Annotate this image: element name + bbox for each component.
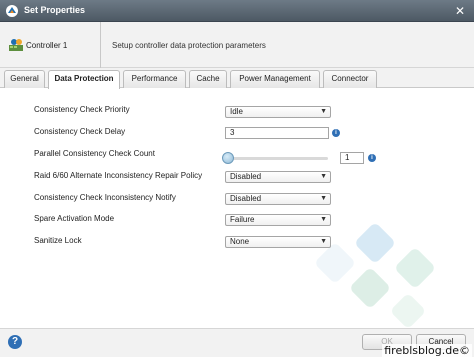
background-decoration-graphic [316, 224, 434, 327]
consistency-check-priority-select[interactable]: Idle ▼ [225, 106, 331, 118]
raid-alt-repair-policy-select[interactable]: Disabled ▼ [225, 171, 331, 183]
spare-activation-mode-label: Spare Activation Mode [34, 214, 115, 223]
consistency-check-priority-value: Idle [230, 107, 243, 116]
data-protection-panel: Consistency Check Priority Idle ▼ Consis… [0, 88, 474, 328]
title-bar: Set Properties ✕ [0, 0, 474, 22]
tab-bar: General Data Protection Performance Cach… [0, 68, 474, 89]
parallel-count-input[interactable]: 1 [340, 152, 364, 164]
header-description: Setup controller data protection paramet… [112, 41, 266, 50]
controller-label: Controller 1 [26, 41, 68, 50]
chevron-down-icon: ▼ [320, 195, 327, 202]
spare-activation-mode-value: Failure [230, 215, 255, 224]
raid-alt-repair-policy-value: Disabled [230, 172, 262, 181]
consistency-check-priority-label: Consistency Check Priority [34, 105, 130, 114]
sanitize-lock-value: None [230, 237, 250, 246]
chevron-down-icon: ▼ [320, 216, 327, 223]
app-logo-icon [6, 5, 18, 17]
sanitize-lock-select[interactable]: None ▼ [225, 236, 331, 248]
tab-general[interactable]: General [4, 70, 45, 88]
tab-power-management[interactable]: Power Management [230, 70, 320, 88]
delay-info-icon[interactable]: i [332, 129, 340, 137]
window-title: Set Properties [24, 5, 86, 15]
parallel-consistency-check-count-label: Parallel Consistency Check Count [34, 149, 155, 158]
header-divider [100, 22, 101, 68]
tab-connector[interactable]: Connector [323, 70, 377, 88]
close-icon[interactable]: ✕ [452, 3, 468, 19]
consistency-check-notify-value: Disabled [230, 194, 262, 203]
chevron-down-icon: ▼ [320, 173, 327, 180]
tab-data-protection[interactable]: Data Protection [48, 70, 120, 89]
parallel-count-slider-track[interactable] [228, 157, 328, 160]
controller-icon [9, 39, 23, 51]
raid-alt-repair-policy-label: Raid 6/60 Alternate Inconsistency Repair… [34, 171, 203, 180]
parallel-count-slider-thumb[interactable] [222, 152, 234, 164]
chevron-down-icon: ▼ [320, 108, 327, 115]
consistency-check-delay-label: Consistency Check Delay [34, 127, 126, 136]
parallel-count-info-icon[interactable]: i [368, 154, 376, 162]
help-icon[interactable]: ? [8, 335, 22, 349]
consistency-check-notify-label: Consistency Check Inconsistency Notify [34, 193, 176, 202]
consistency-check-delay-input[interactable]: 3 [225, 127, 329, 139]
tab-performance[interactable]: Performance [123, 70, 186, 88]
chevron-down-icon: ▼ [320, 238, 327, 245]
header-panel: Controller 1 Setup controller data prote… [0, 22, 474, 68]
spare-activation-mode-select[interactable]: Failure ▼ [225, 214, 331, 226]
tab-cache[interactable]: Cache [189, 70, 227, 88]
sanitize-lock-label: Sanitize Lock [34, 236, 82, 245]
watermark-text: fireblsblog.de© [382, 344, 472, 357]
consistency-check-notify-select[interactable]: Disabled ▼ [225, 193, 331, 205]
